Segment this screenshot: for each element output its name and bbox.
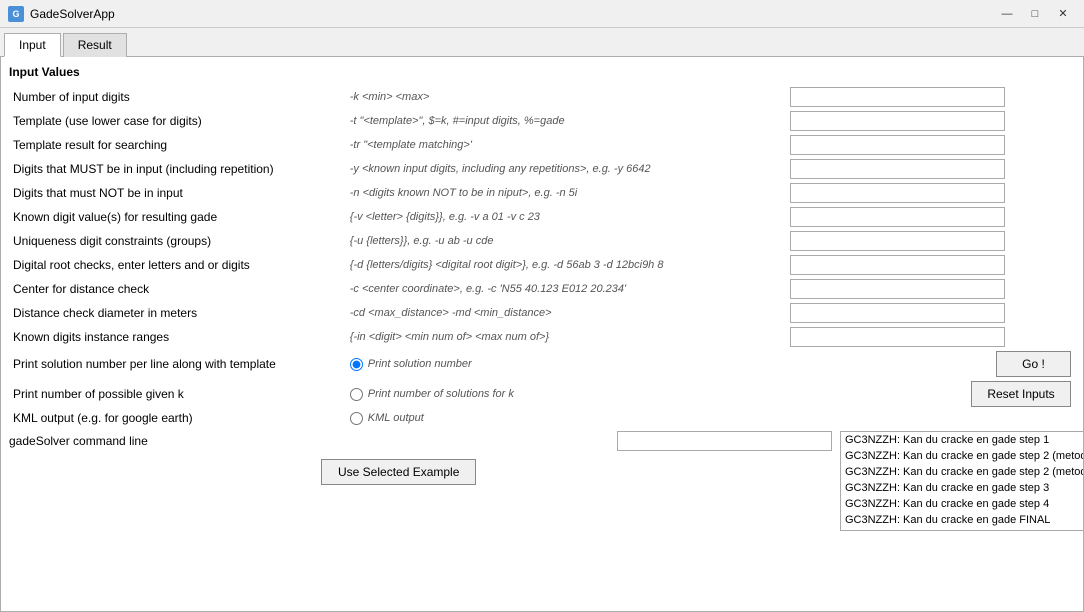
input-uniqueness[interactable]	[790, 231, 1005, 251]
field-label: Known digit value(s) for resulting gade	[9, 205, 346, 229]
table-row: Center for distance check -c <center coo…	[9, 277, 1075, 301]
field-hint: -c <center coordinate>, e.g. -c 'N55 40.…	[346, 277, 786, 301]
field-hint: {-v <letter> {digits}}, e.g. -v a 01 -v …	[346, 205, 786, 229]
tab-result[interactable]: Result	[63, 33, 127, 57]
field-label: Distance check diameter in meters	[9, 301, 346, 325]
field-hint: {-in <digit> <min num of> <max num of>}	[346, 325, 786, 349]
field-hint: {-d {letters/digits} <digital root digit…	[346, 253, 786, 277]
input-template[interactable]	[790, 111, 1005, 131]
examples-list[interactable]: GC3NZZH: Kan du cracke en gade step 1GC3…	[840, 431, 1084, 531]
input-must-digits[interactable]	[790, 159, 1005, 179]
input-form: Number of input digits -k <min> <max> Te…	[9, 85, 1075, 427]
table-row: Template (use lower case for digits) -t …	[9, 109, 1075, 133]
reset-button[interactable]: Reset Inputs	[971, 381, 1071, 407]
list-item[interactable]: GC3NZZH: Kan du cracke en gade step 2 (m…	[841, 464, 1084, 480]
examples-panel: GC3NZZH: Kan du cracke en gade step 1GC3…	[840, 431, 1084, 531]
field-hint: {-u {letters}}, e.g. -u ab -u cde	[346, 229, 786, 253]
list-item[interactable]: GC3NZZH: Kan du cracke en gade FINAL	[841, 512, 1084, 528]
radio-row-label: Print solution number per line along wit…	[9, 349, 346, 379]
input-instance-ranges[interactable]	[790, 327, 1005, 347]
field-label: Digits that must NOT be in input	[9, 181, 346, 205]
field-label: Center for distance check	[9, 277, 346, 301]
use-example-button[interactable]: Use Selected Example	[321, 459, 476, 485]
radio-print-k-text: Print number of solutions for k	[368, 388, 514, 400]
table-row: Print number of possible given k Print n…	[9, 379, 1075, 409]
go-button[interactable]: Go !	[996, 351, 1071, 377]
radio-print-solution-label[interactable]: Print solution number	[350, 358, 782, 371]
input-known-digit-values[interactable]	[790, 207, 1005, 227]
table-row: Digits that MUST be in input (including …	[9, 157, 1075, 181]
tab-bar: Input Result	[0, 28, 1084, 57]
minimize-button[interactable]: —	[994, 4, 1020, 24]
radio-kml[interactable]	[350, 412, 363, 425]
radio-print-k[interactable]	[350, 388, 363, 401]
radio-row-label-k: Print number of possible given k	[9, 379, 346, 409]
cmdline-label: gadeSolver command line	[9, 434, 269, 448]
table-row: Number of input digits -k <min> <max>	[9, 85, 1075, 109]
field-hint: -n <digits known NOT to be in niput>, e.…	[346, 181, 786, 205]
table-row: Print solution number per line along wit…	[9, 349, 1075, 379]
table-row: Uniqueness digit constraints (groups) {-…	[9, 229, 1075, 253]
field-hint: -t "<template>", $=k, #=input digits, %=…	[346, 109, 786, 133]
table-row: Known digit value(s) for resulting gade …	[9, 205, 1075, 229]
table-row: KML output (e.g. for google earth) KML o…	[9, 409, 1075, 427]
table-row: Digital root checks, enter letters and o…	[9, 253, 1075, 277]
list-item[interactable]: GC3NZZH: Kan du cracke en gade step 3	[841, 480, 1084, 496]
section-title: Input Values	[9, 65, 1075, 79]
table-row: Digits that must NOT be in input -n <dig…	[9, 181, 1075, 205]
app-title: GadeSolverApp	[30, 7, 994, 21]
list-item[interactable]: GC3NZZH: Kan du cracke en gade step 2 (m…	[841, 448, 1084, 464]
field-hint: -y <known input digits, including any re…	[346, 157, 786, 181]
field-label: Template result for searching	[9, 133, 346, 157]
radio-print-k-label[interactable]: Print number of solutions for k	[350, 388, 782, 401]
cmdline-input[interactable]	[617, 431, 832, 451]
kml-option-label[interactable]: KML output	[350, 412, 1071, 425]
input-center[interactable]	[790, 279, 1005, 299]
table-row: Known digits instance ranges {-in <digit…	[9, 325, 1075, 349]
title-bar: G GadeSolverApp — □ ✕	[0, 0, 1084, 28]
kml-row-label: KML output (e.g. for google earth)	[9, 409, 346, 427]
radio-print-solution[interactable]	[350, 358, 363, 371]
field-hint: -k <min> <max>	[346, 85, 786, 109]
kml-option-text: KML output	[368, 412, 424, 424]
main-content: Input Values Number of input digits -k <…	[0, 57, 1084, 612]
tab-input[interactable]: Input	[4, 33, 61, 57]
field-label: Digital root checks, enter letters and o…	[9, 253, 346, 277]
table-row: Distance check diameter in meters -cd <m…	[9, 301, 1075, 325]
field-label: Known digits instance ranges	[9, 325, 346, 349]
input-digital-root[interactable]	[790, 255, 1005, 275]
input-not-digits[interactable]	[790, 183, 1005, 203]
maximize-button[interactable]: □	[1022, 4, 1048, 24]
list-item[interactable]: GC3NZZH: Kan du cracke en gade step 1	[841, 432, 1084, 448]
field-label: Template (use lower case for digits)	[9, 109, 346, 133]
field-label: Number of input digits	[9, 85, 346, 109]
field-label: Uniqueness digit constraints (groups)	[9, 229, 346, 253]
field-hint: -tr "<template matching>'	[346, 133, 786, 157]
close-button[interactable]: ✕	[1050, 4, 1076, 24]
field-hint: -cd <max_distance> -md <min_distance>	[346, 301, 786, 325]
app-icon: G	[8, 6, 24, 22]
input-template-search[interactable]	[790, 135, 1005, 155]
window-controls: — □ ✕	[994, 4, 1076, 24]
input-num-digits[interactable]	[790, 87, 1005, 107]
input-distance[interactable]	[790, 303, 1005, 323]
table-row: Template result for searching -tr "<temp…	[9, 133, 1075, 157]
list-item[interactable]: GC3NZZH: Kan du cracke en gade step 4	[841, 496, 1084, 512]
radio-print-solution-text: Print solution number	[368, 358, 472, 370]
field-label: Digits that MUST be in input (including …	[9, 157, 346, 181]
